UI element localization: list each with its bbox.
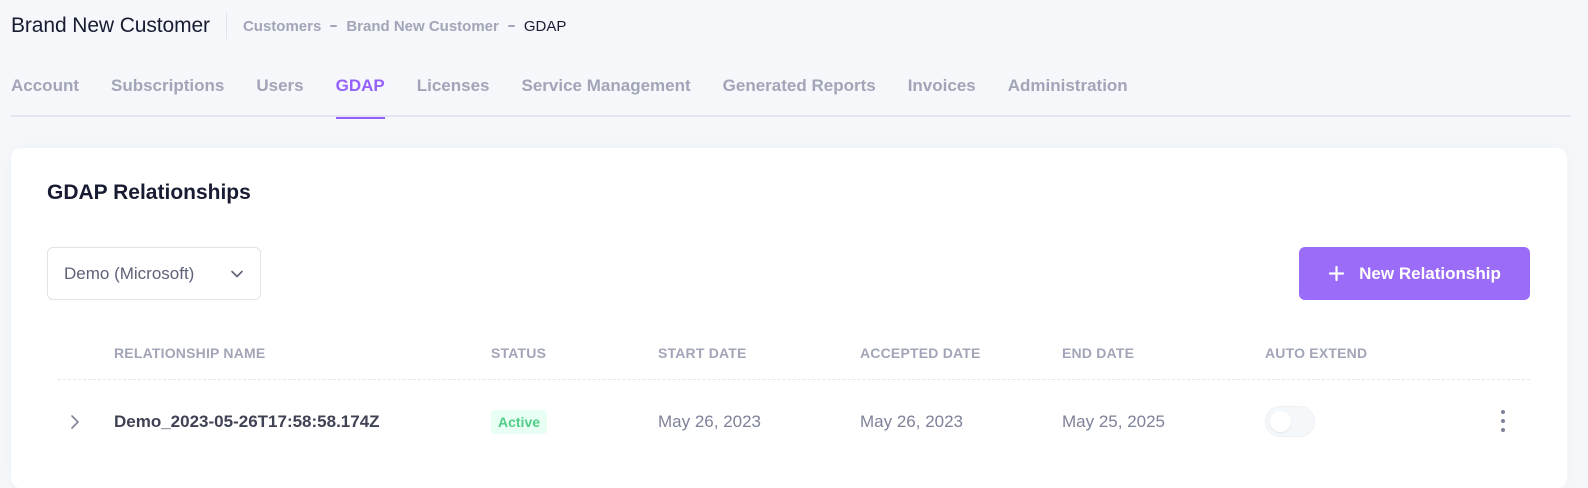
tab-invoices[interactable]: Invoices [908, 62, 976, 117]
tab-licenses[interactable]: Licenses [417, 62, 490, 117]
column-relationship-name[interactable]: RELATIONSHIP NAME [114, 345, 265, 361]
provider-select-value: Demo (Microsoft) [64, 263, 195, 283]
column-status[interactable]: STATUS [491, 345, 546, 361]
more-actions-icon[interactable] [1494, 408, 1512, 434]
auto-extend-toggle[interactable] [1265, 406, 1315, 437]
breadcrumb-customer[interactable]: Brand New Customer [346, 18, 499, 35]
table-row: Demo_2023-05-26T17:58:58.174Z Active May… [58, 380, 1530, 466]
kebab-dot [1501, 419, 1505, 423]
gdap-relationships-card: GDAP Relationships Demo (Microsoft) New … [11, 148, 1567, 488]
breadcrumb: Customers Brand New Customer GDAP [243, 18, 566, 35]
status-badge: Active [491, 410, 548, 434]
chevron-down-icon [230, 267, 244, 281]
kebab-dot [1501, 428, 1505, 432]
chevron-right-icon[interactable] [68, 414, 82, 430]
tab-subscriptions[interactable]: Subscriptions [111, 62, 224, 117]
tab-bar: Account Subscriptions Users GDAP License… [11, 62, 1571, 119]
table-header: RELATIONSHIP NAME STATUS START DATE ACCE… [58, 334, 1530, 380]
breadcrumb-separator [507, 25, 515, 27]
column-start-date[interactable]: START DATE [658, 345, 747, 361]
relationship-name[interactable]: Demo_2023-05-26T17:58:58.174Z [114, 412, 380, 432]
end-date: May 25, 2025 [1062, 412, 1166, 431]
plus-icon [1328, 265, 1345, 282]
tab-administration[interactable]: Administration [1008, 62, 1128, 117]
breadcrumb-separator [330, 25, 338, 27]
page-title: Brand New Customer [11, 14, 210, 37]
column-auto-extend[interactable]: AUTO EXTEND [1265, 345, 1367, 361]
tab-account[interactable]: Account [11, 62, 79, 117]
tab-generated-reports[interactable]: Generated Reports [723, 62, 876, 117]
new-relationship-button[interactable]: New Relationship [1299, 247, 1530, 300]
card-title: GDAP Relationships [47, 181, 251, 204]
start-date: May 26, 2023 [658, 412, 762, 431]
new-relationship-label: New Relationship [1359, 263, 1501, 283]
column-accepted-date[interactable]: ACCEPTED DATE [860, 345, 981, 361]
toggle-knob [1270, 411, 1291, 432]
column-end-date[interactable]: END DATE [1062, 345, 1134, 361]
page-header: Brand New Customer Customers Brand New C… [11, 0, 566, 52]
breadcrumb-current: GDAP [523, 17, 567, 35]
kebab-dot [1501, 410, 1505, 414]
accepted-date: May 26, 2023 [860, 412, 964, 431]
tab-users[interactable]: Users [256, 62, 303, 117]
breadcrumb-customers[interactable]: Customers [243, 18, 321, 35]
title-divider [225, 13, 227, 39]
tab-service-management[interactable]: Service Management [522, 62, 691, 117]
provider-select[interactable]: Demo (Microsoft) [47, 247, 261, 300]
tab-gdap[interactable]: GDAP [335, 62, 385, 119]
